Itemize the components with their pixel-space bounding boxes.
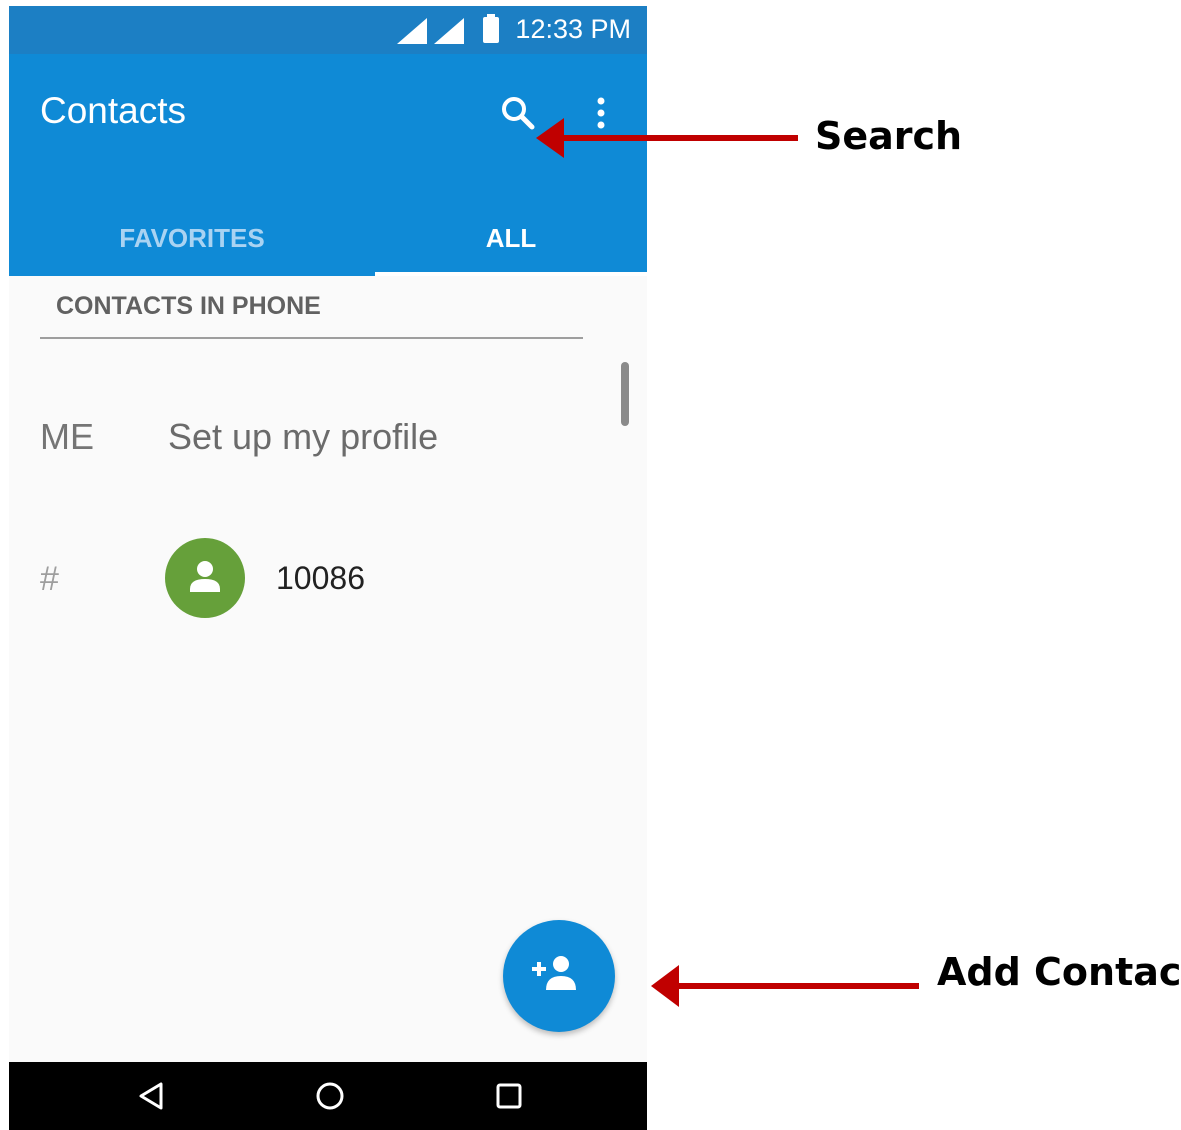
group-index-label: # [40, 560, 59, 598]
annotation-arrow [651, 965, 919, 1007]
section-header: CONTACTS IN PHONE [56, 292, 321, 320]
signal-icon [434, 18, 464, 44]
scrollbar[interactable] [621, 362, 629, 426]
contact-list-item[interactable]: 10086 [159, 538, 599, 618]
divider [40, 337, 583, 339]
tab-favorites[interactable]: FAVORITES [9, 200, 375, 276]
annotation-label: Search [815, 114, 963, 158]
signal-icon [397, 18, 427, 44]
person-icon [190, 561, 220, 592]
profile-index-label: ME [40, 416, 94, 457]
status-time: 12:33 PM [515, 14, 631, 44]
search-icon [502, 97, 535, 130]
avatar [165, 538, 245, 618]
home-icon [316, 1082, 344, 1110]
search-button[interactable] [497, 92, 541, 136]
navigation-bar [9, 1062, 647, 1130]
home-button[interactable] [310, 1076, 350, 1116]
app-bar: Contacts FAVORITES ALL [9, 54, 647, 276]
back-button[interactable] [131, 1076, 171, 1116]
add-contact-button[interactable] [503, 920, 615, 1032]
set-up-profile-link[interactable]: Set up my profile [168, 416, 438, 458]
annotation-label: Add Contact [937, 950, 1181, 994]
contact-name: 10086 [276, 560, 365, 596]
back-icon [139, 1082, 163, 1110]
page-title: Contacts [40, 90, 187, 131]
battery-icon [483, 14, 499, 43]
tab-all[interactable]: ALL [375, 200, 647, 276]
recents-button[interactable] [489, 1076, 529, 1116]
status-bar: 12:33 PM [9, 6, 647, 54]
annotation-arrow [536, 118, 798, 158]
phone-screen: 12:33 PM Contacts FAVORITES ALL CONTACTS… [9, 6, 647, 1130]
add-contact-icon [532, 956, 576, 990]
recents-icon [496, 1083, 522, 1109]
tab-indicator [375, 272, 647, 276]
